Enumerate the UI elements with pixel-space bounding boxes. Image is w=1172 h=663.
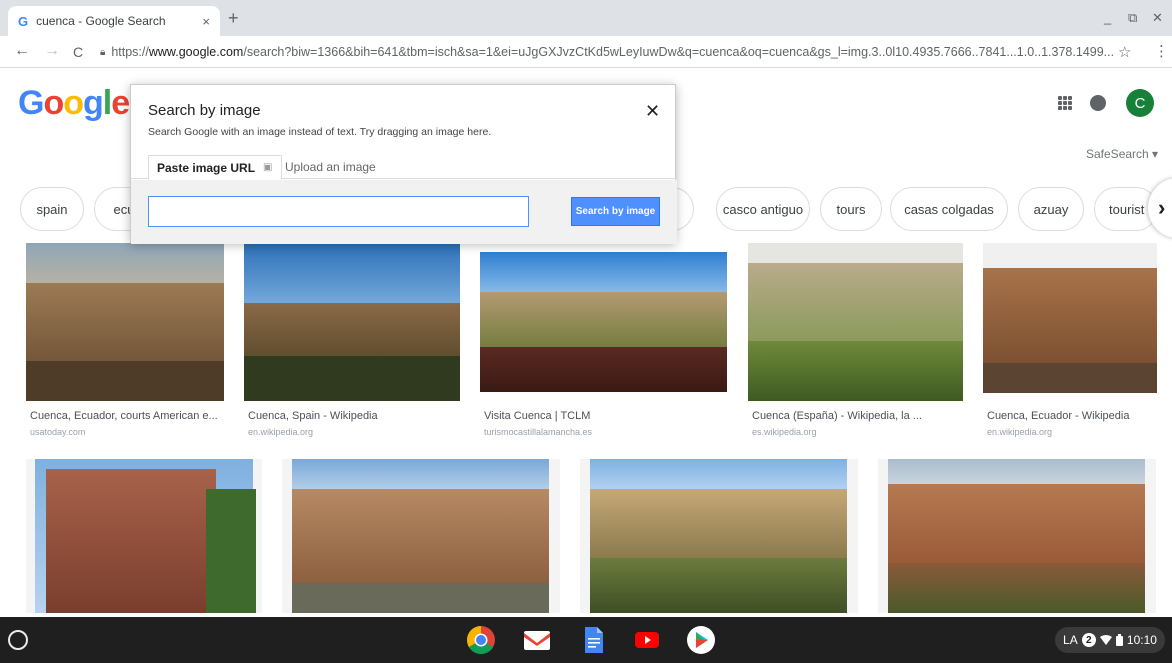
result-image[interactable] — [26, 459, 262, 613]
dialog-subtitle: Search Google with an image instead of t… — [148, 126, 492, 138]
chip-azuay[interactable]: azuay — [1018, 187, 1084, 231]
back-button[interactable]: ← — [14, 42, 30, 60]
image-url-input[interactable] — [148, 196, 529, 227]
tab-paste-image-url[interactable]: Paste image URL ▣ — [148, 155, 282, 180]
address-bar[interactable]: 🔒︎ https://www.google.com/search?biw=136… — [100, 40, 1140, 64]
result-image[interactable] — [983, 243, 1157, 393]
result-image[interactable] — [282, 459, 560, 613]
search-by-image-button[interactable]: Search by image — [571, 197, 660, 226]
shelf: LA 2 10:10 — [0, 617, 1172, 663]
bookmark-star-icon[interactable]: ☆ — [1118, 43, 1131, 61]
result-image[interactable] — [748, 243, 963, 401]
result-image[interactable] — [480, 252, 727, 392]
status-tray[interactable]: LA 2 10:10 — [1055, 627, 1165, 653]
safesearch-menu[interactable]: SafeSearch ▾ — [1086, 147, 1158, 161]
chip-spain[interactable]: spain — [20, 187, 84, 231]
browser-menu-icon[interactable]: ⋮ — [1154, 42, 1169, 60]
google-favicon: G — [18, 13, 29, 29]
result-caption[interactable]: Cuenca, Spain - Wikipedia — [248, 410, 458, 422]
browser-tab[interactable]: G cuenca - Google Search × — [8, 6, 220, 36]
url-text: https://www.google.com/search?biw=1366&b… — [111, 45, 1115, 59]
google-logo[interactable]: Google — [18, 84, 130, 123]
result-source: es.wikipedia.org — [752, 427, 817, 437]
dialog-body: Search by image — [131, 180, 677, 244]
chip-casas-colgadas[interactable]: casas colgadas — [890, 187, 1008, 231]
battery-icon — [1115, 634, 1123, 646]
result-image[interactable] — [244, 243, 460, 401]
forward-button[interactable]: → — [44, 42, 60, 60]
result-source: en.wikipedia.org — [987, 427, 1053, 437]
new-tab-button[interactable]: + — [228, 8, 239, 29]
result-image[interactable] — [580, 459, 858, 613]
tab-strip: G cuenca - Google Search × + _ ⧉ ✕ — [0, 0, 1172, 36]
chrome-icon[interactable] — [466, 625, 496, 655]
result-image[interactable] — [878, 459, 1156, 613]
result-source: en.wikipedia.org — [248, 427, 314, 437]
play-store-icon[interactable] — [686, 625, 716, 655]
tab-upload-image[interactable]: Upload an image — [285, 155, 376, 179]
chevron-right-icon[interactable]: › — [1148, 178, 1172, 238]
dialog-title: Search by image — [148, 102, 261, 119]
notification-count-badge: 2 — [1081, 633, 1096, 647]
lock-icon: 🔒︎ — [100, 46, 106, 58]
image-icon: ▣ — [263, 162, 273, 173]
dialog-tabs: Paste image URL ▣ Upload an image — [131, 155, 677, 180]
result-source: turismocastillalamancha.es — [484, 427, 593, 437]
notification-icon[interactable] — [1090, 95, 1106, 111]
docs-icon[interactable] — [578, 625, 608, 655]
result-caption[interactable]: Visita Cuenca | TCLM — [484, 410, 724, 422]
result-caption[interactable]: Cuenca (España) - Wikipedia, la ... — [752, 410, 958, 422]
clock: 10:10 — [1126, 633, 1157, 647]
result-image[interactable] — [26, 243, 224, 401]
chip-casco-antiguo[interactable]: casco antiguo — [716, 187, 810, 231]
result-caption[interactable]: Cuenca, Ecuador - Wikipedia — [987, 410, 1157, 422]
reload-button[interactable]: C — [73, 44, 83, 60]
tab-title: cuenca - Google Search — [36, 14, 166, 28]
close-icon[interactable]: ✕ — [645, 101, 660, 122]
tab-close-icon[interactable]: × — [202, 14, 210, 29]
avatar[interactable]: C — [1126, 89, 1154, 117]
wifi-icon — [1099, 635, 1112, 645]
window-close-button[interactable]: ✕ — [1152, 10, 1163, 26]
search-by-image-dialog: Search by image Search Google with an im… — [130, 84, 677, 244]
browser-toolbar: ← → C 🔒︎ https://www.google.com/search?b… — [0, 36, 1172, 68]
restore-button[interactable]: ⧉ — [1128, 10, 1137, 26]
apps-grid-icon[interactable] — [1058, 96, 1072, 110]
minimize-button[interactable]: _ — [1104, 10, 1111, 25]
youtube-icon[interactable] — [632, 625, 662, 655]
gmail-icon[interactable] — [522, 625, 552, 655]
keyboard-language: LA — [1063, 633, 1078, 647]
launcher-icon[interactable] — [8, 630, 28, 650]
chip-tours[interactable]: tours — [820, 187, 882, 231]
result-source: usatoday.com — [30, 427, 86, 437]
result-caption[interactable]: Cuenca, Ecuador, courts American e... — [30, 410, 220, 422]
